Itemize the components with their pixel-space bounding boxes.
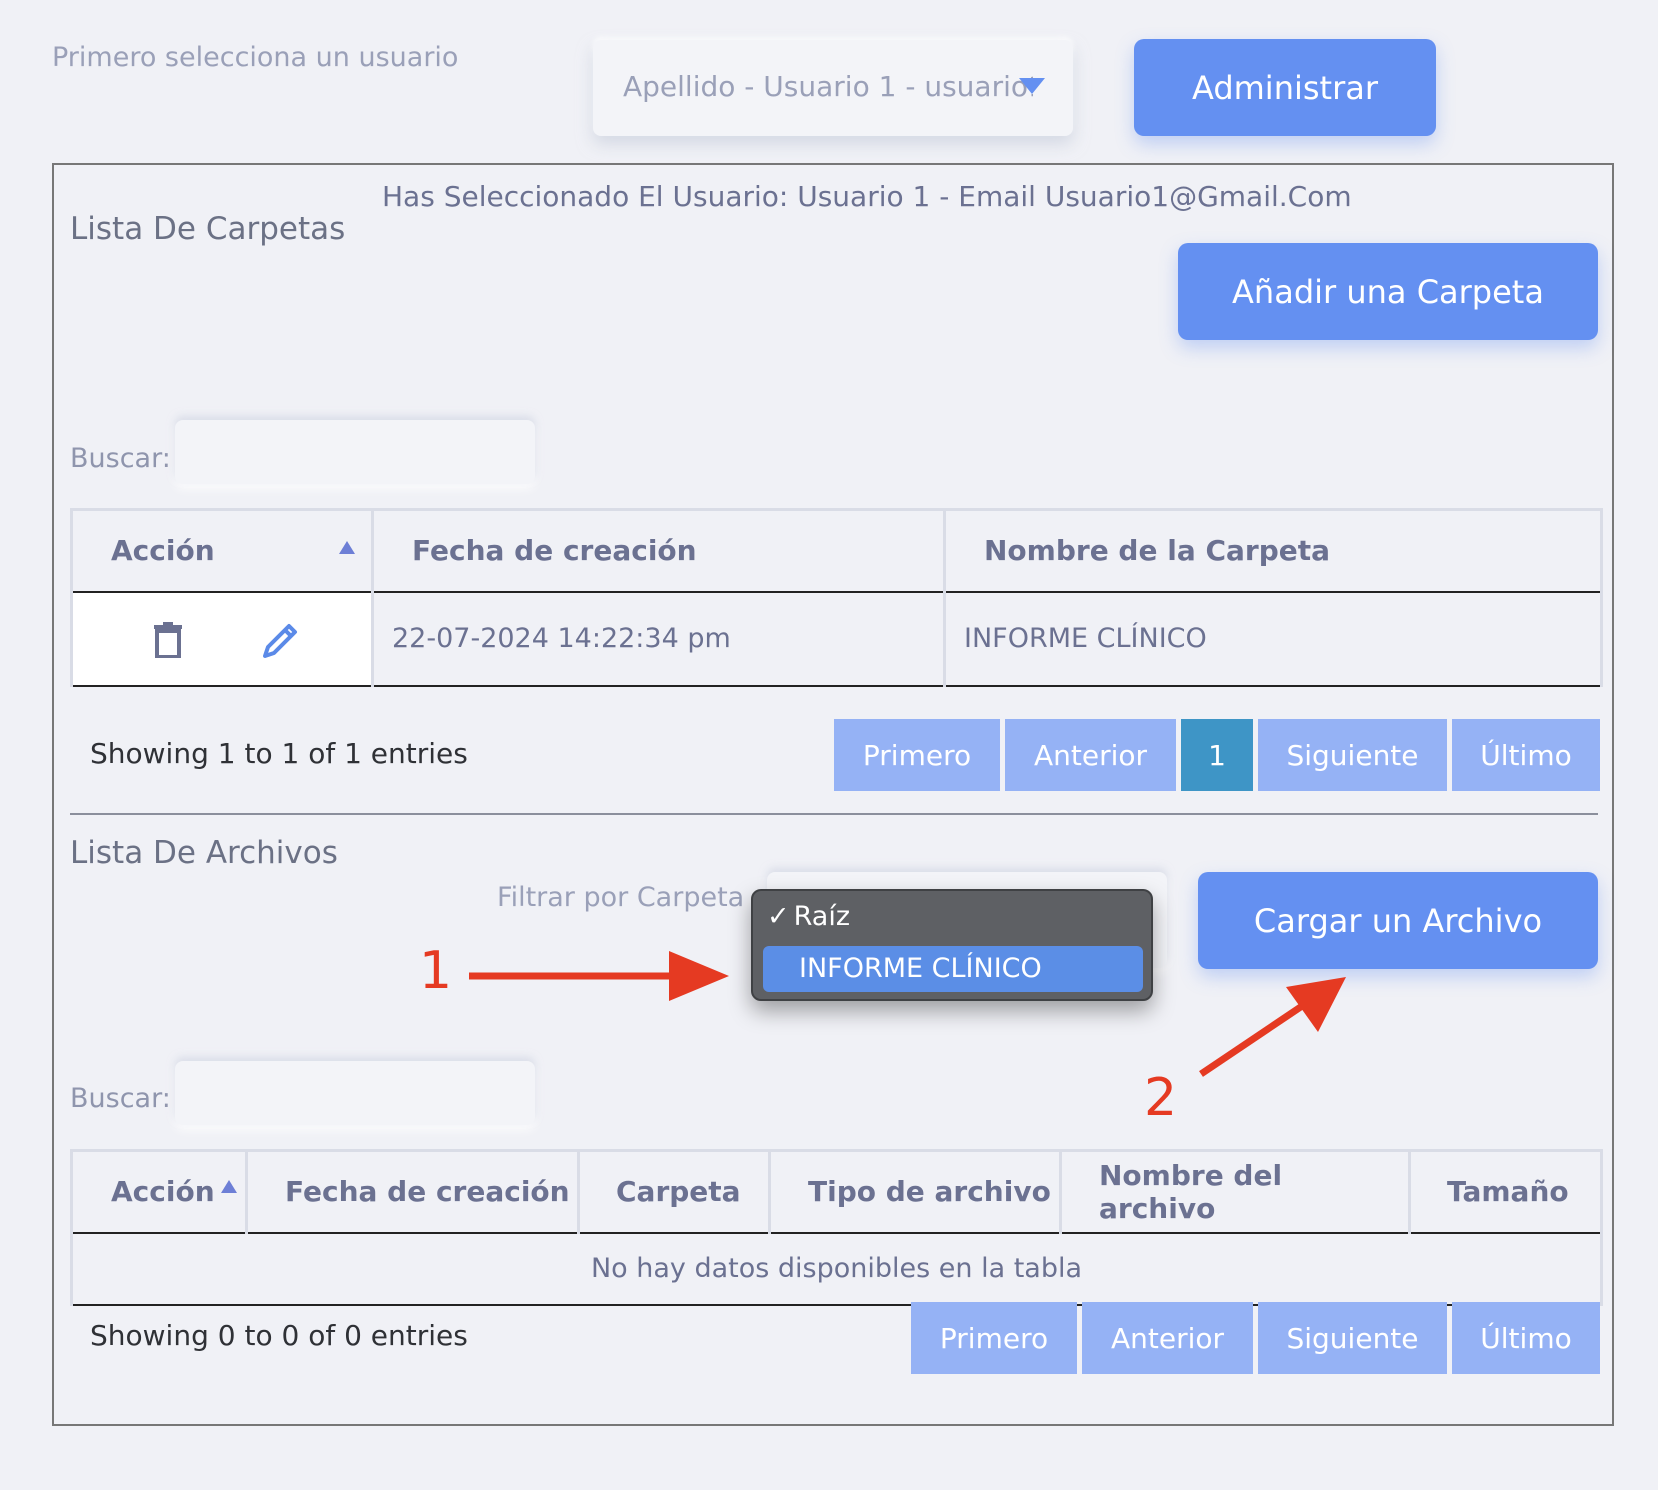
col-fecha-creacion[interactable]: Fecha de creación — [372, 509, 946, 593]
col-fecha-creacion[interactable]: Fecha de creación — [246, 1150, 580, 1234]
annotation-marker-2: 2 — [1144, 1068, 1178, 1128]
col-carpeta[interactable]: Carpeta — [578, 1150, 771, 1234]
files-pagination: Primero Anterior Siguiente Último — [911, 1302, 1600, 1374]
empty-table-message: No hay datos disponibles en la tabla — [71, 1232, 1602, 1306]
table-row: 22-07-2024 14:22:34 pm INFORME CLÍNICO — [71, 591, 1602, 687]
page-prev-button[interactable]: Anterior — [1082, 1302, 1253, 1374]
selected-user-text: Has Seleccionado El Usuario: Usuario 1 -… — [382, 180, 1352, 213]
folders-table: Acción Fecha de creación Nombre de la Ca… — [70, 508, 1603, 687]
col-tamano[interactable]: Tamaño — [1409, 1150, 1602, 1234]
add-folder-button[interactable]: Añadir una Carpeta — [1178, 243, 1598, 340]
page-last-button[interactable]: Último — [1452, 719, 1600, 791]
pencil-icon[interactable] — [261, 620, 301, 660]
select-user-label: Primero selecciona un usuario — [52, 42, 459, 73]
col-nombre-carpeta[interactable]: Nombre de la Carpeta — [944, 509, 1602, 593]
folders-search-label: Buscar: — [70, 443, 171, 474]
folders-header-row: Acción Fecha de creación Nombre de la Ca… — [71, 509, 1602, 593]
col-nombre-archivo[interactable]: Nombre del archivo — [1060, 1150, 1411, 1234]
table-row: No hay datos disponibles en la tabla — [71, 1232, 1602, 1306]
files-title: Lista De Archivos — [70, 835, 338, 871]
user-panel: Has Seleccionado El Usuario: Usuario 1 -… — [52, 163, 1614, 1426]
page-1-button[interactable]: 1 — [1181, 719, 1253, 791]
folders-info: Showing 1 to 1 of 1 entries — [90, 737, 468, 770]
files-header-row: Acción Fecha de creación Carpeta Tipo de… — [71, 1150, 1602, 1234]
checkmark-icon: ✓ — [767, 901, 790, 932]
sort-asc-icon[interactable] — [221, 1180, 237, 1193]
col-accion[interactable]: Acción — [71, 1150, 248, 1234]
trash-icon[interactable] — [153, 621, 183, 658]
annotation-arrow-1-icon — [469, 951, 729, 1001]
administrar-button[interactable]: Administrar — [1134, 39, 1436, 136]
files-search-label: Buscar: — [70, 1083, 171, 1114]
files-info: Showing 0 to 0 of 0 entries — [90, 1319, 468, 1352]
dropdown-option-informe-clinico[interactable]: INFORME CLÍNICO — [763, 946, 1143, 992]
folders-title: Lista De Carpetas — [70, 211, 346, 247]
user-select-value: Apellido - Usuario 1 - usuario1@ — [623, 70, 1033, 103]
section-divider — [70, 813, 1598, 815]
row-fecha: 22-07-2024 14:22:34 pm — [372, 591, 946, 687]
page-prev-button[interactable]: Anterior — [1005, 719, 1176, 791]
col-accion[interactable]: Acción — [71, 509, 374, 593]
page-first-button[interactable]: Primero — [834, 719, 1000, 791]
filter-folder-dropdown[interactable]: ✓ Raíz INFORME CLÍNICO — [751, 889, 1153, 1001]
col-tipo-archivo[interactable]: Tipo de archivo — [769, 1150, 1062, 1234]
folders-search-input[interactable] — [175, 420, 535, 484]
annotation-marker-1: 1 — [419, 941, 453, 1001]
dropdown-option-raiz[interactable]: ✓ Raíz — [767, 901, 850, 941]
files-search-input[interactable] — [175, 1061, 535, 1125]
page-first-button[interactable]: Primero — [911, 1302, 1077, 1374]
page-next-button[interactable]: Siguiente — [1258, 1302, 1447, 1374]
row-actions — [71, 591, 374, 687]
page-last-button[interactable]: Último — [1452, 1302, 1600, 1374]
page-next-button[interactable]: Siguiente — [1258, 719, 1447, 791]
annotation-arrow-2-icon — [1199, 977, 1346, 1077]
folders-pagination: Primero Anterior 1 Siguiente Último — [834, 719, 1600, 791]
files-table: Acción Fecha de creación Carpeta Tipo de… — [70, 1149, 1603, 1306]
sort-asc-icon[interactable] — [339, 541, 355, 554]
upload-file-button[interactable]: Cargar un Archivo — [1198, 872, 1598, 969]
filter-folder-label: Filtrar por Carpeta — [497, 882, 745, 913]
row-nombre: INFORME CLÍNICO — [944, 591, 1602, 687]
dropdown-arrow-icon — [1019, 78, 1045, 94]
user-select[interactable]: Apellido - Usuario 1 - usuario1@ — [593, 40, 1073, 136]
